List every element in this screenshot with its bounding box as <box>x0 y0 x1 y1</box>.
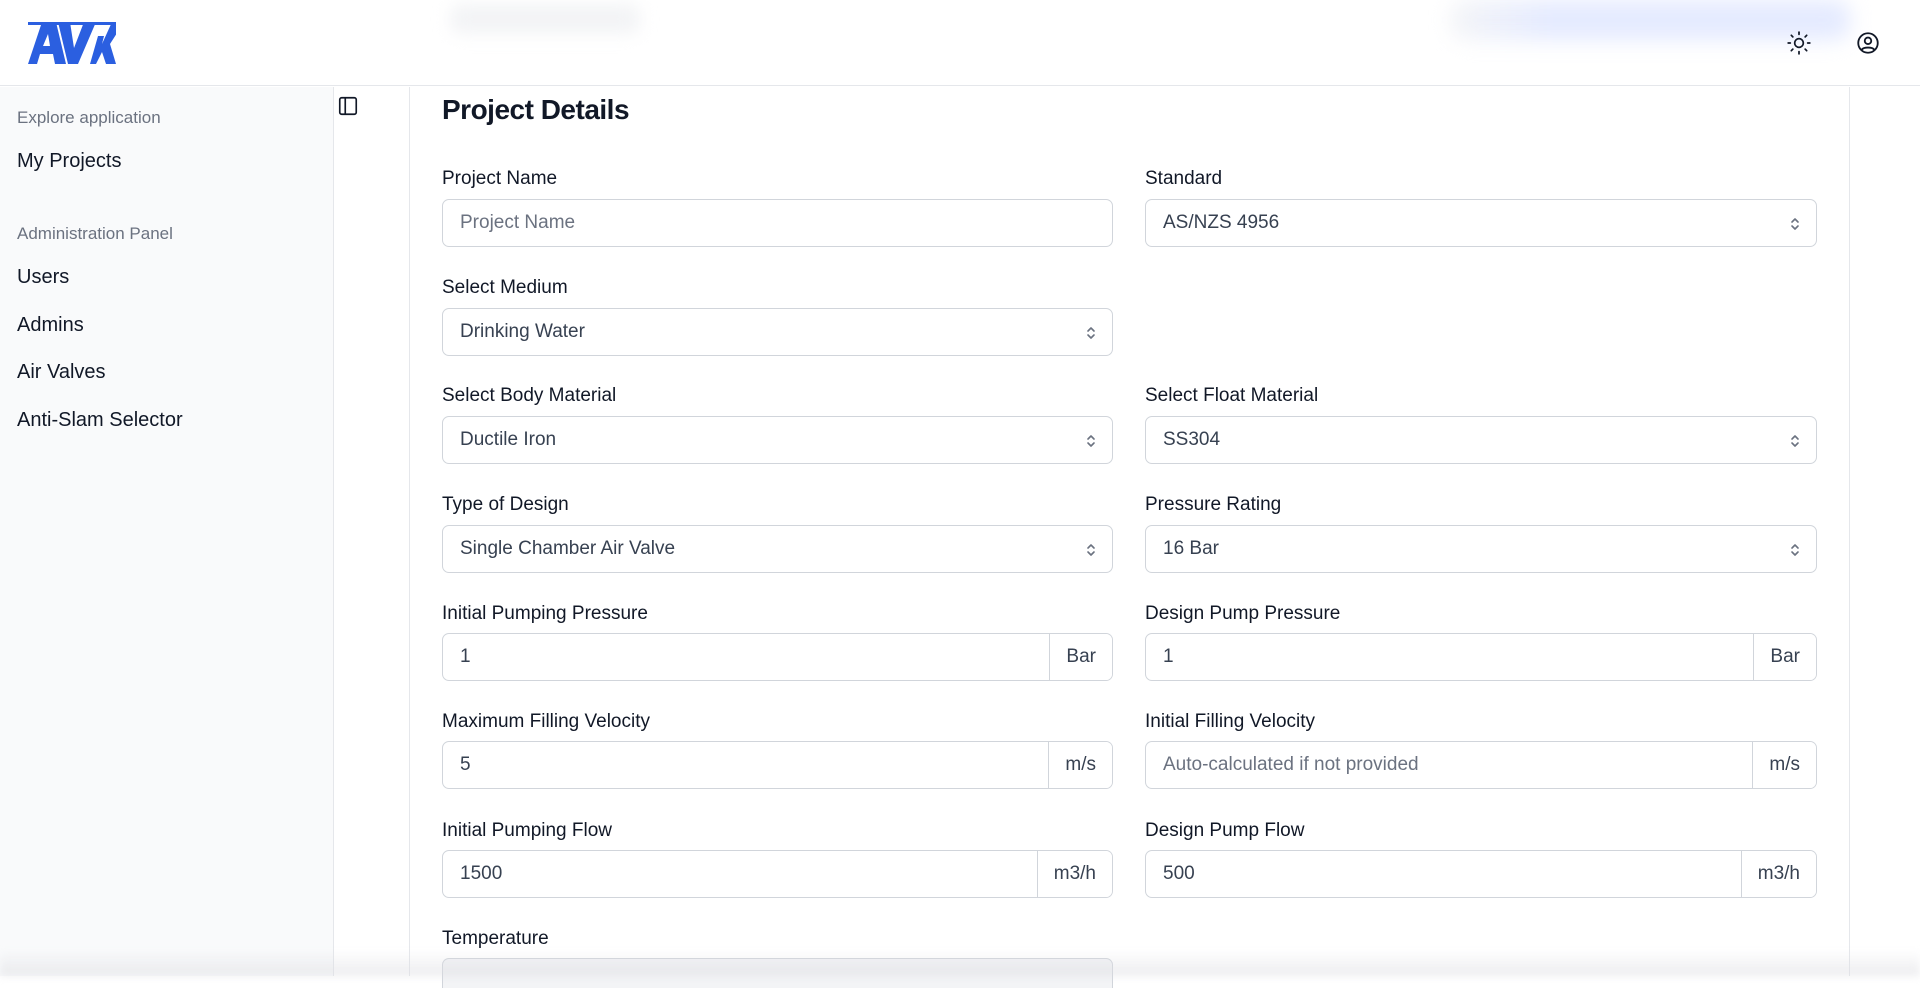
body-material-value: Ductile Iron <box>460 429 557 450</box>
sidebar-item-my-projects[interactable]: My Projects <box>17 150 121 173</box>
design-type-label: Type of Design <box>442 494 569 515</box>
design-pump-flow-label: Design Pump Flow <box>1145 820 1305 841</box>
account-button[interactable] <box>1851 26 1885 60</box>
user-circle-icon <box>1857 32 1879 54</box>
initial-pumping-pressure-field: 1 Bar <box>442 633 1113 681</box>
float-material-label: Select Float Material <box>1145 385 1319 406</box>
unit-addon: m/s <box>1048 742 1112 788</box>
page-title: Project Details <box>442 94 630 125</box>
design-pump-flow-input[interactable]: 500 <box>1146 851 1741 897</box>
pressure-rating-select[interactable]: 16 Bar <box>1145 525 1817 573</box>
body-material-select[interactable]: Ductile Iron <box>442 416 1113 464</box>
sidebar-item-anti-slam-selector[interactable]: Anti-Slam Selector <box>17 409 183 432</box>
max-filling-velocity-field: 5 m/s <box>442 741 1113 789</box>
initial-filling-velocity-input[interactable]: Auto-calculated if not provided <box>1146 742 1752 788</box>
chevron-up-down-icon <box>1087 544 1095 556</box>
unit-addon: m3/h <box>1740 851 1816 897</box>
max-filling-velocity-input[interactable]: 5 <box>443 742 1048 788</box>
initial-pumping-flow-input[interactable]: 1500 <box>443 851 1037 897</box>
project-name-label: Project Name <box>442 168 558 189</box>
nav-group-title: Administration Panel <box>17 224 173 243</box>
unit-addon: Bar <box>1753 634 1816 680</box>
sidebar <box>0 87 334 976</box>
bottom-fade <box>0 950 1920 976</box>
sidebar-item-air-valves[interactable]: Air Valves <box>17 361 106 384</box>
sidebar-item-admins[interactable]: Admins <box>17 314 84 337</box>
float-material-select[interactable]: SS304 <box>1145 416 1817 464</box>
initial-filling-velocity-field: Auto-calculated if not provided m/s <box>1145 741 1817 789</box>
sun-icon <box>1787 31 1811 55</box>
nav-group-title: Explore application <box>17 108 161 127</box>
design-pump-pressure-label: Design Pump Pressure <box>1145 603 1341 624</box>
chevron-up-down-icon <box>1791 435 1799 447</box>
unit-addon: m3/h <box>1036 851 1112 897</box>
design-pump-pressure-input[interactable]: 1 <box>1146 634 1753 680</box>
sidebar-toggle-icon <box>338 96 358 116</box>
chevron-up-down-icon <box>1087 435 1095 447</box>
initial-pumping-flow-field: 1500 m3/h <box>442 850 1113 898</box>
chevron-up-down-icon <box>1791 218 1799 230</box>
avk-logo[interactable] <box>28 22 116 64</box>
body-material-label: Select Body Material <box>442 385 617 406</box>
temperature-label: Temperature <box>442 928 549 949</box>
standard-label: Standard <box>1145 168 1223 189</box>
design-pump-pressure-field: 1 Bar <box>1145 633 1817 681</box>
standard-select[interactable]: AS/NZS 4956 <box>1145 199 1817 247</box>
top-header <box>0 0 1920 86</box>
sidebar-item-users[interactable]: Users <box>17 266 69 289</box>
initial-pumping-flow-label: Initial Pumping Flow <box>442 820 613 841</box>
initial-pumping-pressure-input[interactable]: 1 <box>443 634 1049 680</box>
chevron-up-down-icon <box>1087 327 1095 339</box>
medium-label: Select Medium <box>442 277 568 298</box>
pressure-rating-label: Pressure Rating <box>1145 494 1282 515</box>
design-pump-flow-field: 500 m3/h <box>1145 850 1817 898</box>
unit-addon: Bar <box>1049 634 1112 680</box>
pressure-rating-value: 16 Bar <box>1163 538 1219 559</box>
float-material-value: SS304 <box>1163 429 1221 450</box>
design-type-select[interactable]: Single Chamber Air Valve <box>442 525 1113 573</box>
design-type-value: Single Chamber Air Valve <box>460 538 676 559</box>
standard-value: AS/NZS 4956 <box>1163 212 1280 233</box>
max-filling-velocity-label: Maximum Filling Velocity <box>442 711 650 732</box>
medium-value: Drinking Water <box>460 321 585 342</box>
blurred-region <box>450 4 640 34</box>
chevron-up-down-icon <box>1791 544 1799 556</box>
theme-toggle-button[interactable] <box>1782 26 1816 60</box>
initial-filling-velocity-label: Initial Filling Velocity <box>1145 711 1316 732</box>
medium-select[interactable]: Drinking Water <box>442 308 1113 356</box>
project-name-input[interactable]: Project Name <box>442 199 1113 247</box>
sidebar-collapse-button[interactable] <box>336 94 360 118</box>
initial-pumping-pressure-label: Initial Pumping Pressure <box>442 603 648 624</box>
unit-addon: m/s <box>1752 742 1816 788</box>
